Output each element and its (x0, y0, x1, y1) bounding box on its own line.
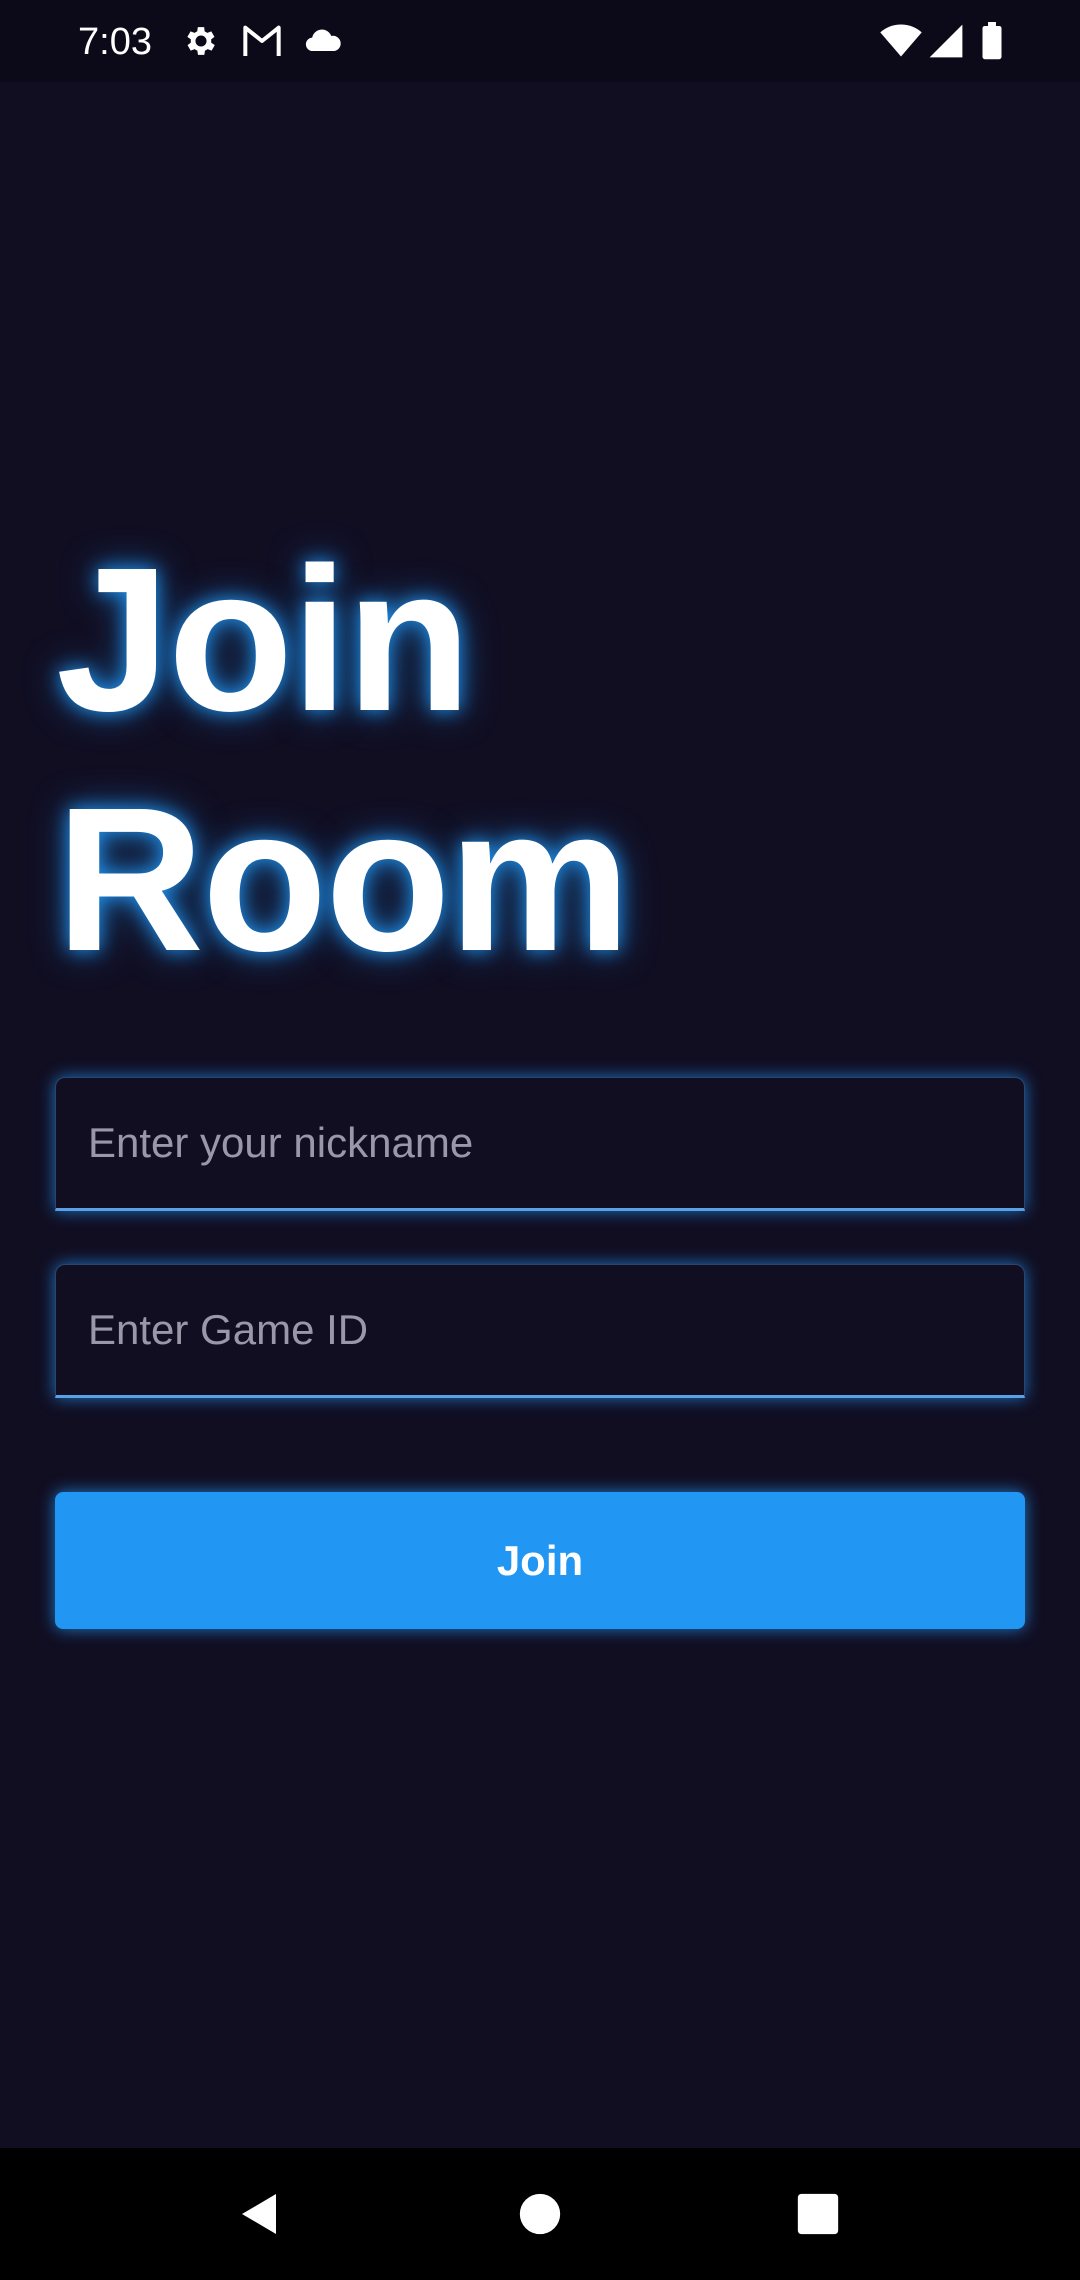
cell-signal-icon (928, 22, 964, 60)
join-button-label: Join (496, 1536, 584, 1584)
status-time: 7:03 (78, 21, 152, 63)
title-line-1: Join (56, 525, 471, 754)
back-icon[interactable] (224, 2178, 296, 2250)
page-title: Join Room (56, 520, 956, 1000)
nickname-input[interactable] (56, 1078, 1024, 1208)
game-id-field[interactable] (55, 1264, 1025, 1398)
join-button[interactable]: Join (55, 1492, 1025, 1629)
wifi-icon (880, 22, 922, 60)
join-room-screen: 7:03 Join Room Join (0, 0, 1080, 2280)
title-line-2: Room (56, 765, 631, 994)
settings-icon (182, 22, 220, 60)
status-bar: 7:03 (0, 0, 1080, 82)
navigation-bar (0, 2148, 1080, 2280)
cloud-icon (303, 22, 343, 60)
battery-icon (980, 22, 1004, 60)
home-icon[interactable] (504, 2178, 576, 2250)
game-id-input[interactable] (56, 1265, 1024, 1395)
nickname-field[interactable] (55, 1077, 1025, 1211)
recents-icon[interactable] (782, 2178, 854, 2250)
gmail-icon (242, 22, 282, 60)
